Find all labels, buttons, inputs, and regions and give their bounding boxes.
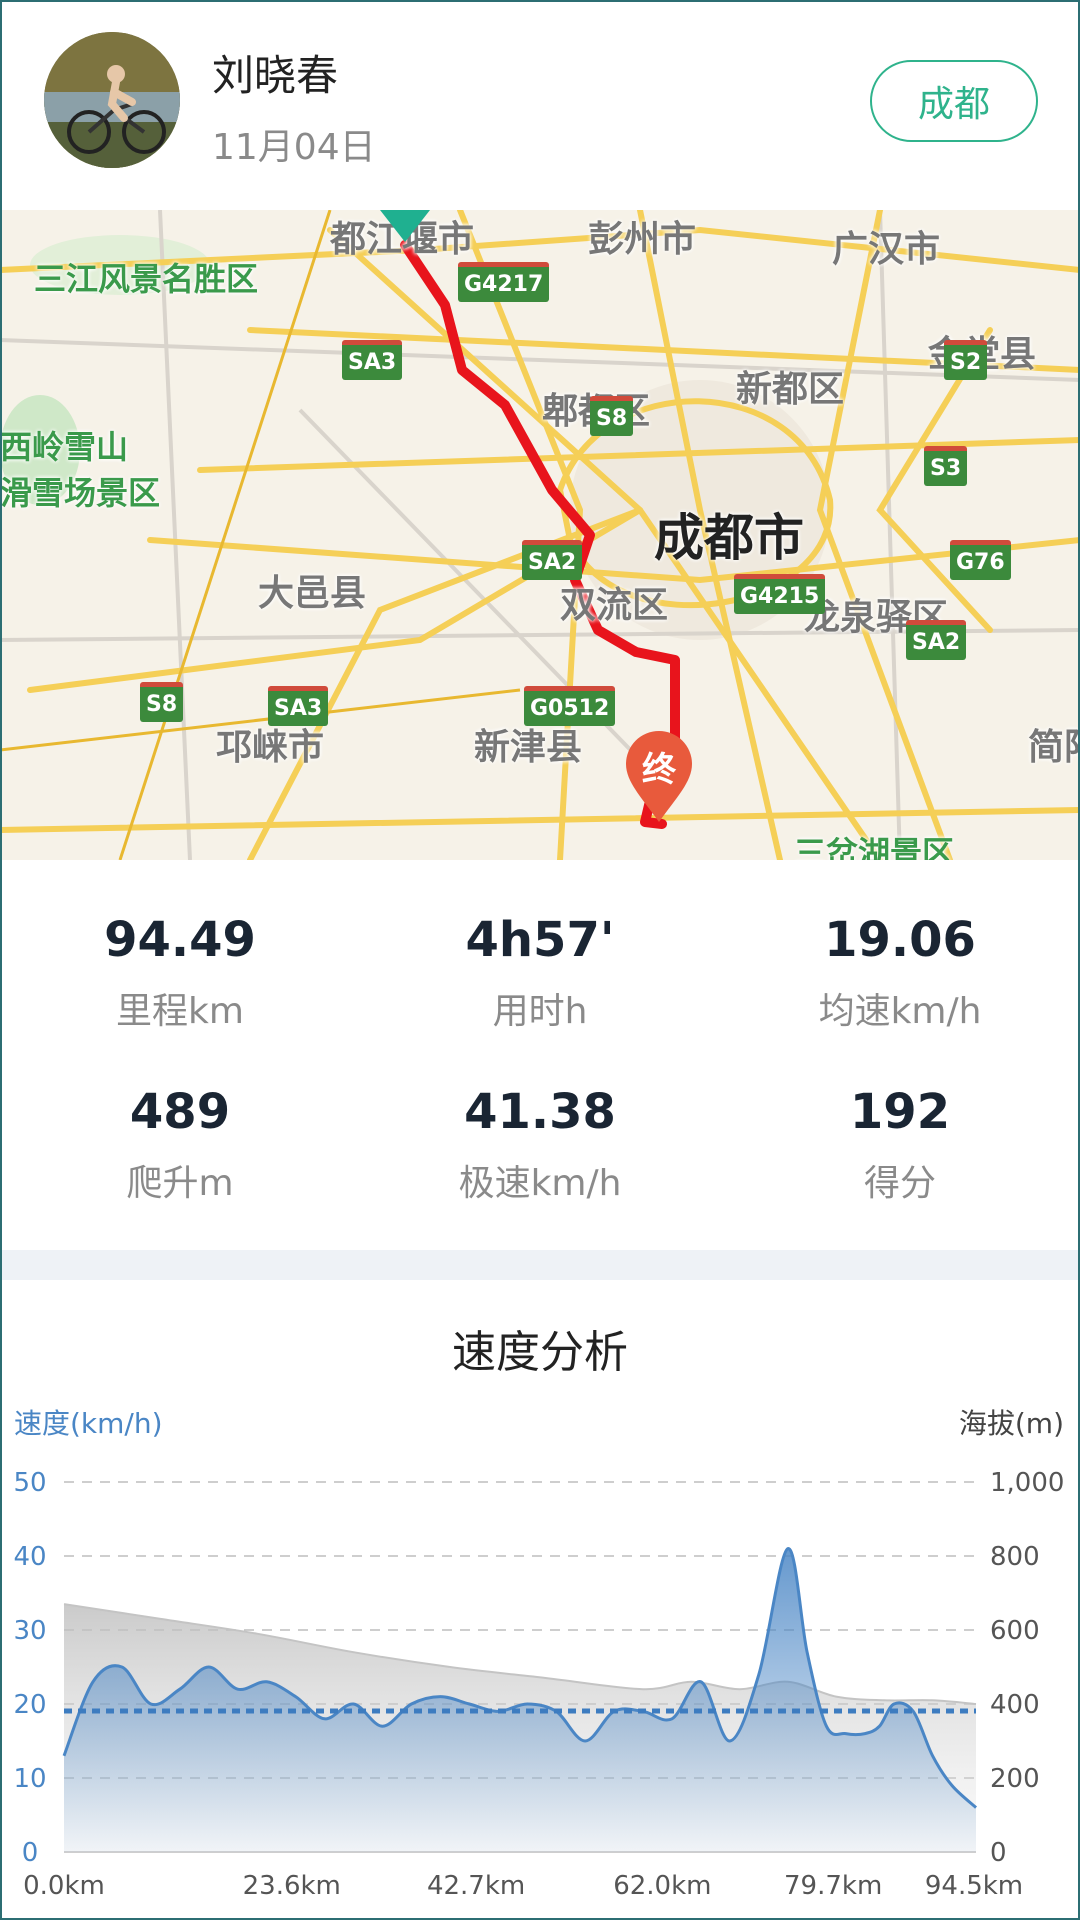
cyclist-avatar-icon xyxy=(44,32,180,168)
y-left-tick-label: 30 xyxy=(13,1616,46,1646)
profile-header: 刘晓春 11月04日 成都 xyxy=(0,0,1080,210)
stat-max-speed-value: 41.38 xyxy=(464,1084,616,1140)
ride-stats: 94.49 里程km 4h57' 用时h 19.06 均速km/h 489 爬升… xyxy=(0,860,1080,1250)
map-label-chengdu: 成都市 xyxy=(654,509,804,567)
x-tick-label: 62.0km xyxy=(613,1871,711,1901)
x-tick-label: 79.7km xyxy=(784,1871,882,1901)
ride-date: 11月04日 xyxy=(212,127,376,168)
stat-duration-label: 用时h xyxy=(492,991,588,1032)
map-label-shuangliu: 双流区 xyxy=(560,585,669,626)
stat-avg-speed: 19.06 均速km/h xyxy=(720,912,1080,1034)
start-triangle-icon xyxy=(380,210,430,242)
road-shield-s8-west: S8 xyxy=(140,682,184,722)
road-shield-s3: S3 xyxy=(924,446,968,486)
map-label-sancha: 三岔湖景区 xyxy=(794,834,955,860)
stat-score-label: 得分 xyxy=(863,1163,936,1204)
stat-max-speed: 41.38 极速km/h xyxy=(360,1084,720,1206)
end-pin-icon[interactable]: 终 xyxy=(622,728,696,824)
y-right-tick-label: 600 xyxy=(990,1616,1040,1646)
stat-max-speed-label: 极速km/h xyxy=(458,1163,622,1204)
x-tick-label: 94.5km xyxy=(925,1871,1023,1901)
road-shield-g76: G76 xyxy=(950,540,1011,580)
stat-distance-value: 94.49 xyxy=(104,912,256,968)
stat-score-value: 192 xyxy=(849,1084,951,1140)
stat-climb-value: 489 xyxy=(129,1084,231,1140)
stat-duration: 4h57' 用时h xyxy=(360,912,720,1034)
y-left-tick-label: 20 xyxy=(13,1690,46,1720)
x-tick-label: 42.7km xyxy=(427,1871,525,1901)
road-shield-s2: S2 xyxy=(944,340,988,380)
x-tick-label: 0.0km xyxy=(23,1871,105,1901)
road-shield-g4215: G4215 xyxy=(734,574,826,614)
stat-climb-label: 爬升m xyxy=(126,1163,234,1204)
stat-avg-speed-value: 19.06 xyxy=(824,912,976,968)
road-shield-sa2-east: SA2 xyxy=(906,620,967,660)
user-name: 刘晓春 xyxy=(212,51,339,100)
stat-distance-label: 里程km xyxy=(116,991,244,1032)
map-label-xiling-2: 滑雪场景区 xyxy=(0,474,161,512)
map-label-xindu: 新都区 xyxy=(736,369,845,410)
map-label-xiling-1: 西岭雪山 xyxy=(0,428,129,466)
road-shield-sa3: SA3 xyxy=(342,340,403,380)
road-shield-g0512: G0512 xyxy=(524,686,616,726)
speed-analysis-panel: 速度分析 速度(km/h) 海拔(m) 0 10 20 30 40 50 0 200 400 60… xyxy=(0,1280,1080,1920)
road-shield-g4217: G4217 xyxy=(458,262,550,302)
map-label-dayi: 大邑县 xyxy=(258,573,367,614)
y-left-tick-label: 40 xyxy=(13,1542,46,1572)
y-right-tick-label: 1,000 xyxy=(990,1468,1064,1498)
map-label-jian: 简阳 xyxy=(1028,727,1080,768)
section-divider xyxy=(0,1250,1080,1280)
y-right-tick-label: 800 xyxy=(990,1542,1040,1572)
stat-climb: 489 爬升m xyxy=(0,1084,360,1206)
map-label-pengzhou: 彭州市 xyxy=(588,219,697,260)
road-shield-sa3-south: SA3 xyxy=(268,686,329,726)
y-right-tick-label: 400 xyxy=(990,1690,1040,1720)
y-right-tick-label: 0 xyxy=(990,1838,1007,1868)
end-pin-label: 终 xyxy=(642,750,676,790)
user-avatar[interactable] xyxy=(44,32,180,168)
road-shield-sa2: SA2 xyxy=(522,540,583,580)
stat-distance: 94.49 里程km xyxy=(0,912,360,1034)
road-shield-s8: S8 xyxy=(590,396,634,436)
speed-chart[interactable]: 0 10 20 30 40 50 0 200 400 600 800 1,000 0.0km 23.6km… xyxy=(0,1280,1080,1920)
y-left-tick-label: 0 xyxy=(22,1838,39,1868)
stat-avg-speed-label: 均速km/h xyxy=(818,991,982,1032)
y-left-tick-label: 10 xyxy=(13,1764,46,1794)
stat-duration-value: 4h57' xyxy=(465,912,615,968)
y-right-tick-label: 200 xyxy=(990,1764,1040,1794)
y-left-tick-label: 50 xyxy=(13,1468,46,1498)
route-map[interactable]: 都江堰市 彭州市 广汉市 三江风景名胜区 金堂县 新都区 郫都区 成都市 西岭雪… xyxy=(0,210,1080,860)
stat-score: 192 得分 xyxy=(720,1084,1080,1206)
map-label-guanghan: 广汉市 xyxy=(832,229,941,270)
map-label-sanjiang: 三江风景名胜区 xyxy=(34,260,259,298)
x-tick-label: 23.6km xyxy=(243,1871,341,1901)
city-button[interactable]: 成都 xyxy=(870,60,1038,142)
